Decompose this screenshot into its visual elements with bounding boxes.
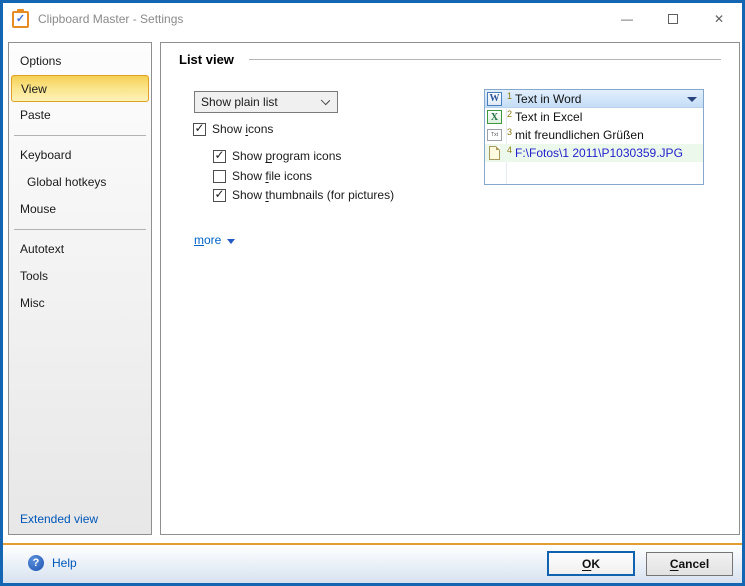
- checkbox-box: ✓: [193, 123, 206, 136]
- sidebar-item-tools[interactable]: Tools: [9, 263, 151, 290]
- more-link[interactable]: more: [194, 233, 235, 247]
- more-arrow-icon: [227, 239, 235, 244]
- window-controls: — ✕: [604, 3, 742, 35]
- checkbox-box: ✓: [213, 150, 226, 163]
- sidebar-item-options[interactable]: Options: [9, 48, 151, 75]
- window-title: Clipboard Master - Settings: [38, 12, 183, 26]
- list-item[interactable]: W 1 Text in Word: [485, 90, 703, 108]
- more-label: more: [194, 233, 221, 247]
- sidebar-item-global-hotkeys[interactable]: Global hotkeys: [9, 169, 151, 196]
- checkbox-box: ✓: [213, 189, 226, 202]
- list-item[interactable]: X 2 Text in Excel: [485, 108, 703, 126]
- ok-button[interactable]: OK: [547, 551, 635, 576]
- checkbox-show-icons[interactable]: ✓ Show icons: [193, 122, 273, 136]
- minimize-button[interactable]: —: [604, 3, 650, 35]
- sidebar: Options View Paste Keyboard Global hotke…: [8, 42, 152, 535]
- sidebar-separator: [14, 229, 146, 230]
- settings-window: ✓ Clipboard Master - Settings — ✕ Option…: [0, 0, 745, 586]
- section-title: List view: [179, 52, 234, 67]
- title-bar: ✓ Clipboard Master - Settings — ✕: [3, 3, 742, 35]
- clip-text: mit freundlichen Grüßen: [515, 128, 644, 142]
- excel-icon: X: [487, 110, 502, 124]
- checkbox-label: Show file icons: [232, 169, 312, 183]
- check-icon: ✓: [214, 149, 224, 161]
- checkbox-show-program-icons[interactable]: ✓ Show program icons: [213, 149, 341, 163]
- maximize-button[interactable]: [650, 3, 696, 35]
- maximize-icon: [668, 14, 678, 24]
- clip-number: 4: [507, 145, 512, 155]
- help-icon: ?: [28, 555, 44, 571]
- cancel-button[interactable]: Cancel: [646, 552, 733, 576]
- sidebar-item-misc[interactable]: Misc: [9, 290, 151, 317]
- main-panel: List view Show plain list ✓ Show icons ✓…: [160, 42, 740, 535]
- sidebar-item-autotext[interactable]: Autotext: [9, 236, 151, 263]
- app-icon: ✓: [12, 11, 29, 28]
- clip-text: Text in Word: [515, 92, 581, 106]
- checkbox-label: Show icons: [212, 122, 273, 136]
- check-icon: ✓: [194, 122, 204, 134]
- sidebar-item-view[interactable]: View: [11, 75, 149, 102]
- sidebar-separator: [14, 135, 146, 136]
- text-file-icon: Txt: [487, 129, 502, 141]
- picture-file-icon: [489, 146, 500, 160]
- help-link[interactable]: ? Help: [28, 555, 77, 571]
- checkbox-label: Show thumbnails (for pictures): [232, 188, 394, 202]
- chevron-down-icon: [321, 96, 330, 105]
- sidebar-item-paste[interactable]: Paste: [9, 102, 151, 129]
- section-divider: [249, 59, 721, 60]
- word-icon: W: [487, 92, 502, 106]
- close-button[interactable]: ✕: [696, 3, 742, 35]
- checkbox-box: [213, 170, 226, 183]
- footer: ? Help OK Cancel: [3, 545, 742, 583]
- preview-list: W 1 Text in Word X 2 Text in Excel Txt 3…: [484, 89, 704, 185]
- checkbox-show-file-icons[interactable]: Show file icons: [213, 169, 312, 183]
- check-icon: ✓: [214, 188, 224, 200]
- dropdown-value: Show plain list: [201, 95, 278, 109]
- list-type-dropdown[interactable]: Show plain list: [194, 91, 338, 113]
- help-label: Help: [52, 556, 77, 570]
- clip-text: F:\Fotos\1 2011\P1030359.JPG: [515, 146, 683, 160]
- checkbox-label: Show program icons: [232, 149, 341, 163]
- list-item[interactable]: 4 F:\Fotos\1 2011\P1030359.JPG: [485, 144, 703, 162]
- list-item[interactable]: Txt 3 mit freundlichen Grüßen: [485, 126, 703, 144]
- window-body: ✓ Clipboard Master - Settings — ✕ Option…: [3, 3, 742, 583]
- app-check-icon: ✓: [16, 14, 25, 25]
- sidebar-item-keyboard[interactable]: Keyboard: [9, 142, 151, 169]
- clip-number: 2: [507, 109, 512, 119]
- clip-text: Text in Excel: [515, 110, 582, 124]
- clip-number: 3: [507, 127, 512, 137]
- clip-number: 1: [507, 91, 512, 101]
- dropdown-arrow-icon: [687, 97, 697, 102]
- checkbox-show-thumbnails[interactable]: ✓ Show thumbnails (for pictures): [213, 188, 394, 202]
- extended-view-link[interactable]: Extended view: [20, 512, 98, 526]
- sidebar-item-mouse[interactable]: Mouse: [9, 196, 151, 223]
